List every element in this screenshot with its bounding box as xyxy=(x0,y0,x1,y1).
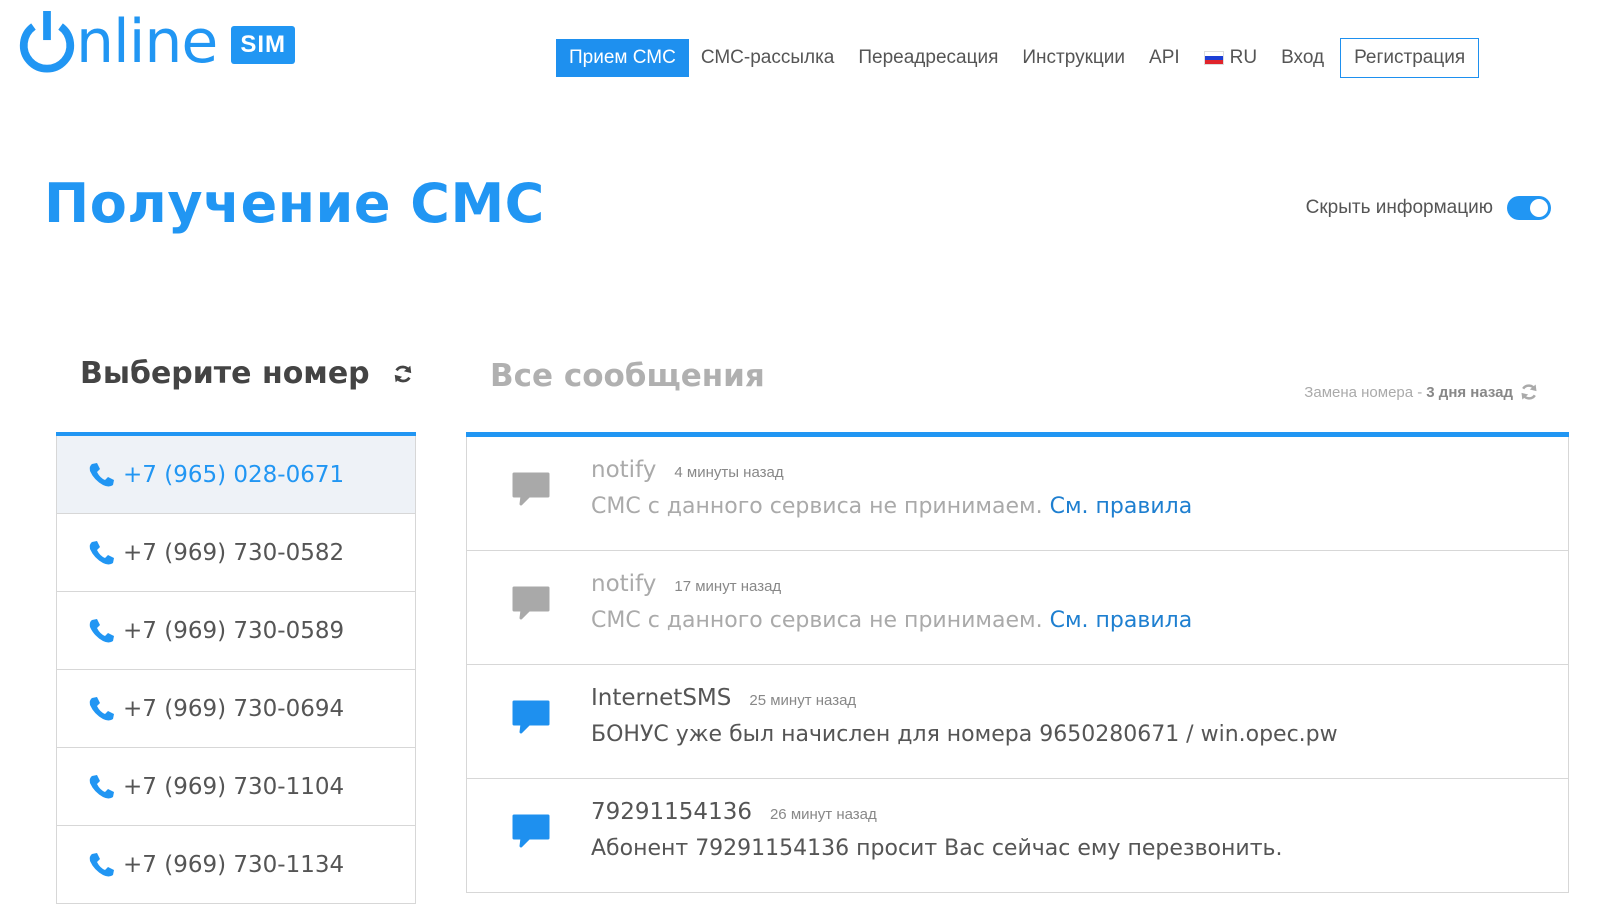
message-item: notify 17 минут назад СМС с данного серв… xyxy=(466,551,1569,665)
messages-list: notify 4 минуты назад СМС с данного серв… xyxy=(466,432,1569,893)
russia-flag-icon xyxy=(1203,51,1224,65)
register-button[interactable]: Регистрация xyxy=(1340,38,1480,78)
message-sender: InternetSMS xyxy=(591,685,732,711)
message-time: 26 минут назад xyxy=(769,806,877,823)
number-item[interactable]: +7 (969) 730-1134 xyxy=(56,826,416,904)
number-text: +7 (969) 730-1134 xyxy=(123,851,345,878)
phone-icon xyxy=(89,696,114,720)
replace-number-info: Замена номера - 3 дня назад xyxy=(1304,382,1539,402)
language-label: RU xyxy=(1229,47,1258,68)
replace-label: Замена номера - xyxy=(1304,383,1423,401)
number-item[interactable]: +7 (969) 730-1104 xyxy=(56,748,416,826)
chat-bubble-icon xyxy=(512,700,550,734)
login-link[interactable]: Вход xyxy=(1269,39,1336,77)
nav-item-forwarding[interactable]: Переадресация xyxy=(846,39,1010,77)
message-time: 25 минут назад xyxy=(749,692,857,709)
numbers-title: Выберите номер xyxy=(80,356,370,391)
number-text: +7 (965) 028-0671 xyxy=(123,461,345,488)
phone-icon xyxy=(89,540,114,564)
number-item[interactable]: +7 (969) 730-0694 xyxy=(56,670,416,748)
messages-title: Все сообщения xyxy=(490,358,765,394)
message-body: Абонент 79291154136 просит Вас сейчас ем… xyxy=(591,836,1282,861)
numbers-header: Выберите номер xyxy=(80,356,414,391)
message-time: 4 минуты назад xyxy=(674,464,784,481)
message-header: 79291154136 26 минут назад xyxy=(591,799,877,825)
nav-item-receive-sms[interactable]: Прием СМС xyxy=(556,39,689,77)
number-item[interactable]: +7 (965) 028-0671 xyxy=(56,436,416,514)
message-body: СМС с данного сервиса не принимаем. См. … xyxy=(591,494,1192,519)
nav-item-sms-mailing[interactable]: СМС-рассылка xyxy=(689,39,847,77)
hide-info-label: Скрыть информацию xyxy=(1305,197,1493,218)
message-text: СМС с данного сервиса не принимаем. xyxy=(591,494,1043,519)
phone-icon xyxy=(89,618,114,642)
number-text: +7 (969) 730-0589 xyxy=(123,617,345,644)
nav-item-instructions[interactable]: Инструкции xyxy=(1010,39,1137,77)
chat-bubble-icon xyxy=(512,586,550,620)
toggle-knob xyxy=(1530,199,1548,217)
logo-text: nline xyxy=(76,7,218,77)
message-header: InternetSMS 25 минут назад xyxy=(591,685,856,711)
refresh-icon[interactable] xyxy=(1519,382,1539,402)
message-text: СМС с данного сервиса не принимаем. xyxy=(591,608,1043,633)
refresh-icon[interactable] xyxy=(392,363,414,385)
number-item[interactable]: +7 (969) 730-0582 xyxy=(56,514,416,592)
chat-bubble-icon xyxy=(512,814,550,848)
phone-icon xyxy=(89,462,114,486)
message-body: БОНУС уже был начислен для номера 965028… xyxy=(591,722,1338,747)
message-sender: notify xyxy=(591,457,657,483)
language-selector[interactable]: RU xyxy=(1192,39,1269,77)
message-text: БОНУС уже был начислен для номера 965028… xyxy=(591,722,1338,747)
number-text: +7 (969) 730-1104 xyxy=(123,773,345,800)
hide-info-control: Скрыть информацию xyxy=(1306,196,1551,220)
rules-link[interactable]: См. правила xyxy=(1050,608,1193,633)
rules-link[interactable]: См. правила xyxy=(1050,494,1193,519)
chat-bubble-icon xyxy=(512,472,550,506)
message-body: СМС с данного сервиса не принимаем. См. … xyxy=(591,608,1192,633)
logo-badge: SIM xyxy=(231,26,295,64)
logo[interactable]: nline SIM xyxy=(16,10,295,74)
number-item[interactable]: +7 (969) 730-0589 xyxy=(56,592,416,670)
phone-icon xyxy=(89,852,114,876)
message-time: 17 минут назад xyxy=(674,578,782,595)
message-sender: 79291154136 xyxy=(591,799,752,825)
number-text: +7 (969) 730-0582 xyxy=(123,539,345,566)
message-header: notify 17 минут назад xyxy=(591,571,781,597)
message-item: InternetSMS 25 минут назад БОНУС уже был… xyxy=(466,665,1569,779)
main-nav: Прием СМС СМС-рассылка Переадресация Инс… xyxy=(556,38,1480,78)
hide-info-toggle[interactable] xyxy=(1507,196,1551,220)
message-text: Абонент 79291154136 просит Вас сейчас ем… xyxy=(591,836,1283,861)
message-sender: notify xyxy=(591,571,657,597)
page-title: Получение СМС xyxy=(44,172,545,235)
message-item: 79291154136 26 минут назад Абонент 79291… xyxy=(466,779,1569,893)
header: nline SIM Прием СМС СМС-рассылка Переадр… xyxy=(0,0,1615,110)
power-icon xyxy=(19,11,75,73)
message-header: notify 4 минуты назад xyxy=(591,457,784,483)
replace-time: 3 дня назад xyxy=(1426,383,1513,401)
nav-item-api[interactable]: API xyxy=(1137,39,1192,77)
number-text: +7 (969) 730-0694 xyxy=(123,695,345,722)
numbers-list: +7 (965) 028-0671 +7 (969) 730-0582 +7 (… xyxy=(56,432,416,904)
message-item: notify 4 минуты назад СМС с данного серв… xyxy=(466,437,1569,551)
phone-icon xyxy=(89,774,114,798)
